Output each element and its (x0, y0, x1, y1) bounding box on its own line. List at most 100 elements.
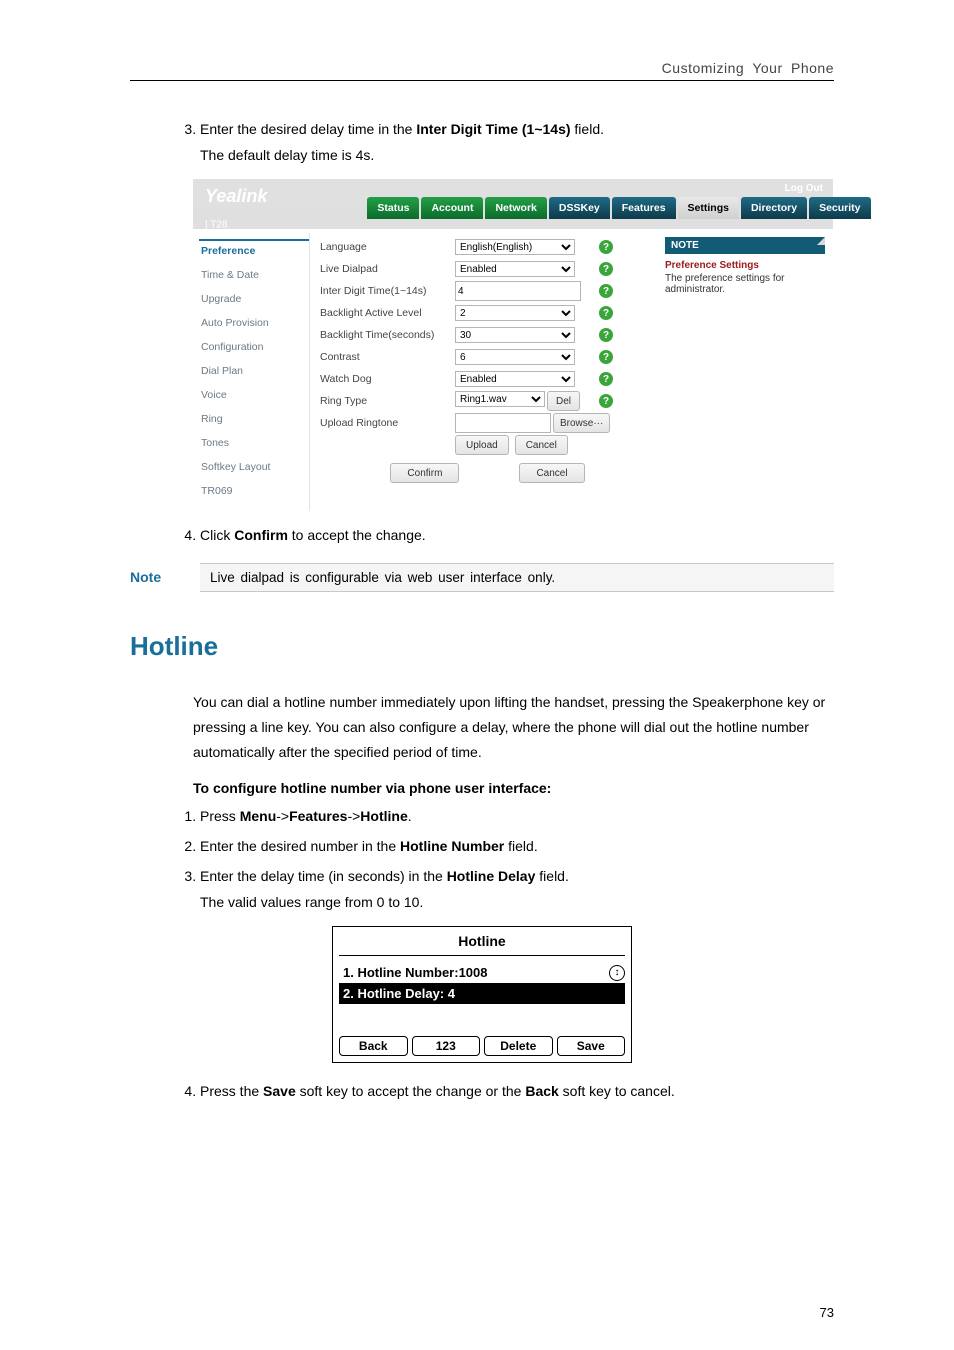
inter-digit-input[interactable] (455, 281, 581, 301)
s3-post: field. (535, 868, 568, 884)
steps-list-hotline-4: Press the Save soft key to accept the ch… (200, 1083, 834, 1099)
s3-pre: Enter the delay time (in seconds) in the (200, 868, 447, 884)
sidebar-item-auto-provision[interactable]: Auto Provision (199, 313, 309, 333)
sidebar-item-dial-plan[interactable]: Dial Plan (199, 361, 309, 381)
watchdog-select[interactable]: Enabled (455, 371, 575, 387)
step3-pre: Enter the desired delay time in the (200, 121, 416, 137)
step3-post: field. (571, 121, 604, 137)
tabs: Status Account Network DSSKey Features S… (367, 197, 870, 219)
s4-pre: Press the (200, 1083, 263, 1099)
page-header: Customizing Your Phone (130, 60, 834, 81)
live-dialpad-select[interactable]: Enabled (455, 261, 575, 277)
sidebar-item-configuration[interactable]: Configuration (199, 337, 309, 357)
right-note-panel: NOTE Preference Settings The preference … (659, 233, 833, 511)
step3-bold: Inter Digit Time (1~14s) (416, 121, 570, 137)
sidebar-item-softkey-layout[interactable]: Softkey Layout (199, 457, 309, 477)
sidebar-item-time-date[interactable]: Time & Date (199, 265, 309, 285)
s2-b: Hotline Number (400, 838, 504, 854)
ringtype-del-button[interactable]: Del (547, 391, 580, 411)
s1-b1: Menu (240, 808, 277, 824)
live-dialpad-label: Live Dialpad (320, 263, 455, 275)
upload-ringtone-label: Upload Ringtone (320, 417, 455, 429)
device-row-2: 2. Hotline Delay: 4 (339, 983, 625, 1004)
hotline-step-2: Enter the desired number in the Hotline … (200, 838, 834, 854)
help-icon[interactable]: ? (599, 262, 613, 276)
tab-security[interactable]: Security (809, 197, 870, 219)
softkey-back[interactable]: Back (339, 1036, 408, 1056)
sidebar-item-tr069[interactable]: TR069 (199, 481, 309, 501)
section-paragraph: You can dial a hotline number immediatel… (193, 690, 834, 766)
softkey-save[interactable]: Save (557, 1036, 626, 1056)
steps-list-hotline: Press Menu->Features->Hotline. Enter the… (200, 808, 834, 910)
cancel-button[interactable]: Cancel (519, 463, 584, 483)
contrast-select[interactable]: 6 (455, 349, 575, 365)
s2-post: field. (504, 838, 537, 854)
hotline-step-1: Press Menu->Features->Hotline. (200, 808, 834, 824)
upload-button[interactable]: Upload (455, 435, 509, 455)
page-number: 73 (820, 1305, 834, 1320)
help-icon[interactable]: ? (599, 372, 613, 386)
step4-bold: Confirm (234, 527, 288, 543)
section-title-hotline: Hotline (130, 631, 834, 662)
step4-post: to accept the change. (288, 527, 426, 543)
s1-post: . (408, 808, 412, 824)
backlight-active-select[interactable]: 2 (455, 305, 575, 321)
admin-screenshot: Log Out Yealink | T28 Status Account Net… (193, 179, 833, 511)
brand-text: Yealink (205, 186, 267, 206)
help-icon[interactable]: ? (599, 306, 613, 320)
device-title: Hotline (339, 933, 625, 956)
device-screenshot: Hotline 1. Hotline Number:1008 ↕ 2. Hotl… (332, 926, 632, 1063)
help-icon[interactable]: ? (599, 240, 613, 254)
backlight-time-select[interactable]: 30 (455, 327, 575, 343)
sidebar-item-voice[interactable]: Voice (199, 385, 309, 405)
upload-ringtone-path[interactable] (455, 413, 551, 433)
ringtype-select[interactable]: Ring1.wav (455, 391, 545, 407)
sidebar-item-tones[interactable]: Tones (199, 433, 309, 453)
steps-list-upper: Enter the desired delay time in the Inte… (200, 121, 834, 163)
confirm-button[interactable]: Confirm (390, 463, 459, 483)
sidebar: Preference Time & Date Upgrade Auto Prov… (193, 233, 310, 511)
tab-dsskey[interactable]: DSSKey (549, 197, 610, 219)
help-icon[interactable]: ? (599, 328, 613, 342)
tab-directory[interactable]: Directory (741, 197, 807, 219)
step4-pre: Click (200, 527, 234, 543)
note-bar: Note Live dialpad is configurable via we… (130, 563, 834, 591)
contrast-label: Contrast (320, 351, 455, 363)
tab-account[interactable]: Account (421, 197, 483, 219)
sidebar-item-ring[interactable]: Ring (199, 409, 309, 429)
step-4: Click Confirm to accept the change. (200, 527, 834, 543)
s4-b2: Back (525, 1083, 558, 1099)
s3-b: Hotline Delay (447, 868, 536, 884)
note-desc: The preference settings for administrato… (665, 273, 825, 295)
brand-model: T28 (210, 219, 227, 230)
backlight-time-label: Backlight Time(seconds) (320, 329, 455, 341)
ringtype-label: Ring Type (320, 395, 455, 407)
s4-post: soft key to cancel. (559, 1083, 675, 1099)
inter-digit-label: Inter Digit Time(1~14s) (320, 285, 455, 297)
tab-network[interactable]: Network (485, 197, 546, 219)
tab-features[interactable]: Features (612, 197, 676, 219)
s2-pre: Enter the desired number in the (200, 838, 400, 854)
s1-mid2: -> (347, 808, 360, 824)
sidebar-item-preference[interactable]: Preference (199, 239, 309, 261)
s4-b1: Save (263, 1083, 296, 1099)
sidebar-item-upgrade[interactable]: Upgrade (199, 289, 309, 309)
settings-main: Language English(English) ? Live Dialpad… (310, 233, 659, 511)
step-3: Enter the desired delay time in the Inte… (200, 121, 834, 163)
browse-button[interactable]: Browse··· (553, 413, 610, 433)
tab-status[interactable]: Status (367, 197, 419, 219)
help-icon[interactable]: ? (599, 284, 613, 298)
help-icon[interactable]: ? (599, 350, 613, 364)
help-icon[interactable]: ? (599, 394, 613, 408)
softkey-delete[interactable]: Delete (484, 1036, 553, 1056)
language-select[interactable]: English(English) (455, 239, 575, 255)
note-box: NOTE (665, 237, 825, 254)
s1-pre: Press (200, 808, 240, 824)
softkey-123[interactable]: 123 (412, 1036, 481, 1056)
logout-link[interactable]: Log Out (785, 183, 823, 194)
upload-cancel-button[interactable]: Cancel (515, 435, 568, 455)
note-label: Note (130, 569, 200, 585)
tab-settings[interactable]: Settings (678, 197, 739, 219)
step3-sub: The default delay time is 4s. (200, 147, 834, 163)
s1-b2: Features (289, 808, 347, 824)
